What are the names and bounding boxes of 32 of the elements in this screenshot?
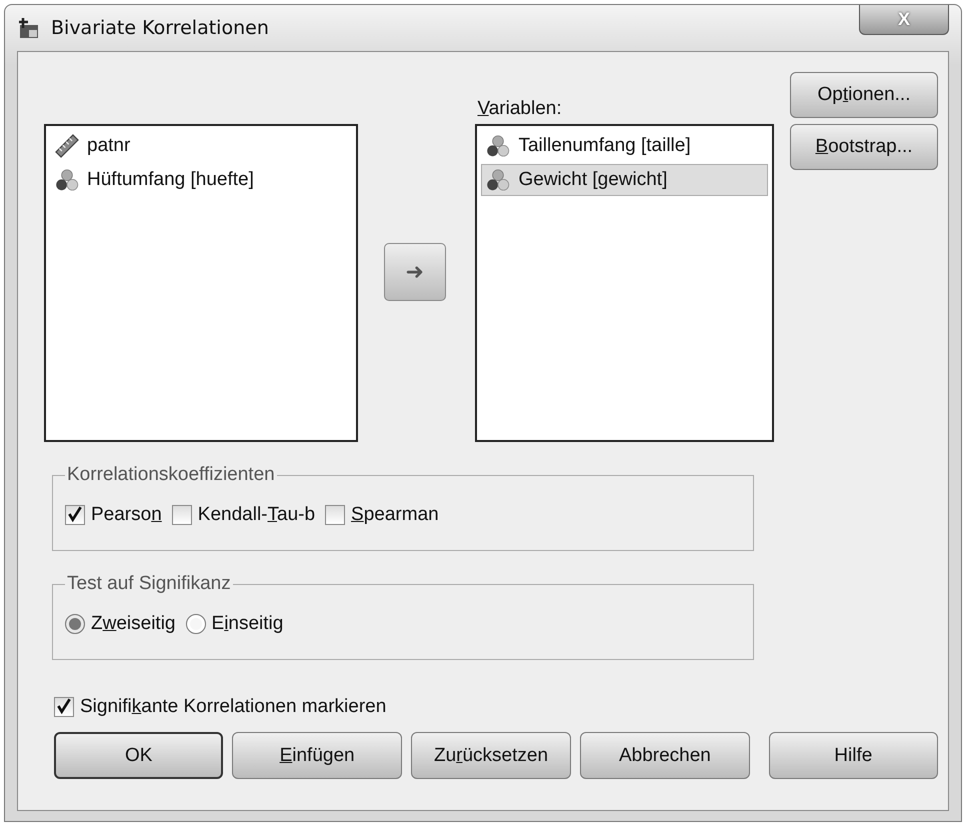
dialog-button[interactable]: Zurücksetzen	[410, 732, 572, 779]
group-title: Test auf Signifikanz	[66, 573, 232, 595]
variable-item[interactable]: patnr	[50, 130, 352, 162]
radio-button[interactable]	[186, 614, 206, 634]
dialog-button[interactable]: OK	[54, 732, 224, 779]
radio-label: Zweiseitig	[91, 613, 176, 635]
variable-item[interactable]: Hüftumfang [huefte]	[50, 164, 352, 196]
radio-label: Einseitig	[212, 613, 284, 635]
dialog-button[interactable]: Bootstrap...	[790, 124, 938, 170]
checkbox[interactable]	[325, 505, 346, 525]
dialog-button[interactable]: Hilfe	[768, 732, 938, 779]
list-label: Variablen:	[476, 98, 563, 121]
checkbox-label: Kendall-Tau-b	[198, 504, 316, 526]
three-balls-icon	[55, 168, 79, 192]
dialog-button[interactable]: Optionen...	[790, 72, 938, 118]
dialog-button[interactable]: Abbrechen	[580, 732, 750, 779]
group-title: Korrelationskoeffizienten	[66, 464, 276, 486]
variable-item[interactable]: Taillenumfang [taille]	[481, 130, 768, 162]
checkbox[interactable]	[172, 505, 192, 525]
checkbox-label: Spearman	[351, 504, 439, 526]
three-balls-icon	[486, 134, 510, 158]
app-icon	[17, 16, 41, 40]
variable-item[interactable]: Gewicht [gewicht]	[481, 164, 768, 196]
checkbox[interactable]	[54, 697, 74, 717]
window-title: Bivariate Korrelationen	[51, 17, 269, 39]
move-arrow-button[interactable]: ➜	[384, 243, 446, 301]
three-balls-icon	[486, 168, 510, 192]
dialog-button[interactable]: Einfügen	[232, 732, 402, 779]
checkbox[interactable]	[65, 505, 85, 525]
checkbox-label: Signifikante Korrelationen markieren	[80, 696, 386, 718]
checkbox-label: Pearson	[91, 504, 162, 526]
radio-button[interactable]	[65, 614, 85, 634]
